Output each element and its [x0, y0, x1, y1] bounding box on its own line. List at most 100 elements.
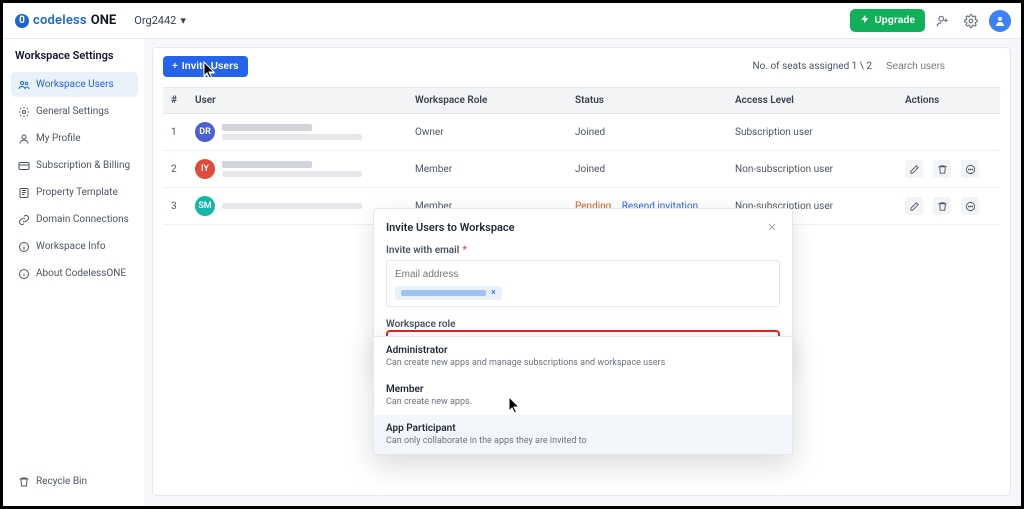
plus-icon: + — [172, 61, 178, 72]
col-num: # — [163, 88, 187, 114]
required-asterisk: * — [462, 245, 467, 256]
sidebar-item-property-template[interactable]: Property Template — [11, 180, 138, 205]
dropdown-item-administrator[interactable]: Administrator Can create new apps and ma… — [374, 337, 792, 376]
brand-mark-icon: 0 — [15, 14, 29, 28]
edit-button[interactable] — [905, 197, 923, 215]
user-email-redacted — [222, 171, 362, 177]
info-icon — [17, 240, 30, 253]
col-access: Access Level — [727, 88, 897, 114]
row-role: Member — [407, 151, 567, 188]
sidebar-item-recycle-bin[interactable]: Recycle Bin — [11, 469, 138, 494]
trash-icon — [17, 475, 30, 488]
brand-logo[interactable]: 0 codeless ONE — [15, 13, 116, 28]
delete-button[interactable] — [933, 160, 951, 178]
col-role: Workspace Role — [407, 88, 567, 114]
dropdown-item-desc: Can create new apps. — [386, 397, 780, 407]
sidebar-item-about[interactable]: About CodelessONE — [11, 261, 138, 286]
row-status: Joined — [567, 114, 727, 151]
upgrade-label: Upgrade — [874, 15, 915, 26]
user-name-redacted — [222, 161, 312, 168]
main-area: Workspace Settings Workspace Users Gener… — [3, 39, 1021, 506]
sidebar-title: Workspace Settings — [11, 49, 138, 62]
row-num: 2 — [163, 151, 187, 188]
sidebar-item-label: Domain Connections — [36, 214, 129, 225]
caret-down-icon: ▾ — [180, 14, 186, 27]
search-input[interactable] — [880, 57, 1000, 76]
row-access: Subscription user — [727, 114, 897, 151]
sidebar-item-label: General Settings — [36, 106, 109, 117]
template-icon — [17, 186, 30, 199]
sidebar-item-subscription-billing[interactable]: Subscription & Billing — [11, 153, 138, 178]
user-avatar: DR — [195, 122, 215, 142]
dropdown-item-app-participant[interactable]: App Participant Can only collaborate in … — [374, 415, 792, 454]
user-avatar: IY — [195, 159, 215, 179]
sidebar-item-my-profile[interactable]: My Profile — [11, 126, 138, 151]
invite-users-button[interactable]: + Invite Users — [163, 56, 248, 77]
users-icon — [17, 78, 30, 91]
chip-email-redacted — [401, 290, 486, 296]
row-num: 1 — [163, 114, 187, 151]
user-email-redacted — [222, 134, 362, 140]
email-label: Invite with email — [386, 245, 459, 256]
col-actions: Actions — [897, 88, 1000, 114]
more-button[interactable] — [961, 160, 979, 178]
content-area: + Invite Users No. of seats assigned 1 \… — [144, 39, 1021, 506]
edit-button[interactable] — [905, 160, 923, 178]
sidebar-item-domain-connections[interactable]: Domain Connections — [11, 207, 138, 232]
role-label: Workspace role — [386, 319, 455, 330]
topbar: 0 codeless ONE Org2442 ▾ Upgrade — [3, 3, 1021, 39]
user-email-redacted — [222, 203, 362, 209]
bolt-icon — [860, 14, 870, 27]
sidebar-item-workspace-info[interactable]: Workspace Info — [11, 234, 138, 259]
about-icon — [17, 267, 30, 280]
workspace-role-dropdown: Administrator Can create new apps and ma… — [373, 336, 793, 455]
sidebar-item-label: My Profile — [36, 133, 81, 144]
add-user-icon[interactable] — [933, 11, 953, 31]
invite-users-label: Invite Users — [182, 61, 239, 72]
card-icon — [17, 159, 30, 172]
sidebar-item-workspace-users[interactable]: Workspace Users — [11, 72, 138, 97]
link-icon — [17, 213, 30, 226]
row-num: 3 — [163, 188, 187, 225]
dropdown-item-desc: Can only collaborate in the apps they ar… — [386, 436, 780, 446]
sidebar-item-label: Recycle Bin — [36, 476, 87, 487]
close-icon[interactable] — [764, 219, 780, 235]
more-button[interactable] — [961, 197, 979, 215]
row-role: Owner — [407, 114, 567, 151]
row-status: Joined — [567, 151, 727, 188]
dropdown-item-desc: Can create new apps and manage subscript… — [386, 358, 780, 368]
row-access: Non-subscription user — [727, 151, 897, 188]
email-chip[interactable]: × — [395, 286, 502, 300]
sidebar-item-general-settings[interactable]: General Settings — [11, 99, 138, 124]
modal-title: Invite Users to Workspace — [386, 221, 515, 234]
avatar[interactable] — [989, 10, 1011, 32]
delete-button[interactable] — [933, 197, 951, 215]
org-switcher[interactable]: Org2442 ▾ — [134, 14, 186, 27]
profile-icon — [17, 132, 30, 145]
sidebar-item-label: Subscription & Billing — [36, 160, 130, 171]
upgrade-button[interactable]: Upgrade — [850, 9, 925, 32]
sidebar-item-label: About CodelessONE — [36, 268, 126, 279]
seats-assigned-text: No. of seats assigned 1 \ 2 — [753, 61, 873, 72]
email-input-box[interactable]: × — [386, 260, 780, 307]
user-avatar: SM — [195, 196, 215, 216]
email-input[interactable] — [395, 269, 771, 280]
dropdown-item-title: Member — [386, 384, 780, 395]
users-table: # User Workspace Role Status Access Leve… — [163, 87, 1000, 225]
table-row: 2 IY Member Joined N — [163, 151, 1000, 188]
sidebar: Workspace Settings Workspace Users Gener… — [3, 39, 144, 506]
org-name: Org2442 — [134, 14, 176, 27]
dropdown-item-title: App Participant — [386, 423, 780, 434]
gear-icon[interactable] — [961, 11, 981, 31]
panel-toolbar: + Invite Users No. of seats assigned 1 \… — [163, 56, 1000, 77]
brand-one: ONE — [91, 13, 116, 28]
chip-remove-icon[interactable]: × — [491, 288, 496, 298]
dropdown-item-member[interactable]: Member Can create new apps. — [374, 376, 792, 415]
table-row: 1 DR Owner Joined Su — [163, 114, 1000, 151]
users-panel: + Invite Users No. of seats assigned 1 \… — [152, 47, 1011, 496]
user-name-redacted — [222, 124, 312, 131]
dropdown-item-title: Administrator — [386, 345, 780, 356]
brand-codeless: codeless — [33, 13, 87, 28]
sidebar-item-label: Workspace Info — [36, 241, 106, 252]
sidebar-item-label: Property Template — [36, 187, 118, 198]
